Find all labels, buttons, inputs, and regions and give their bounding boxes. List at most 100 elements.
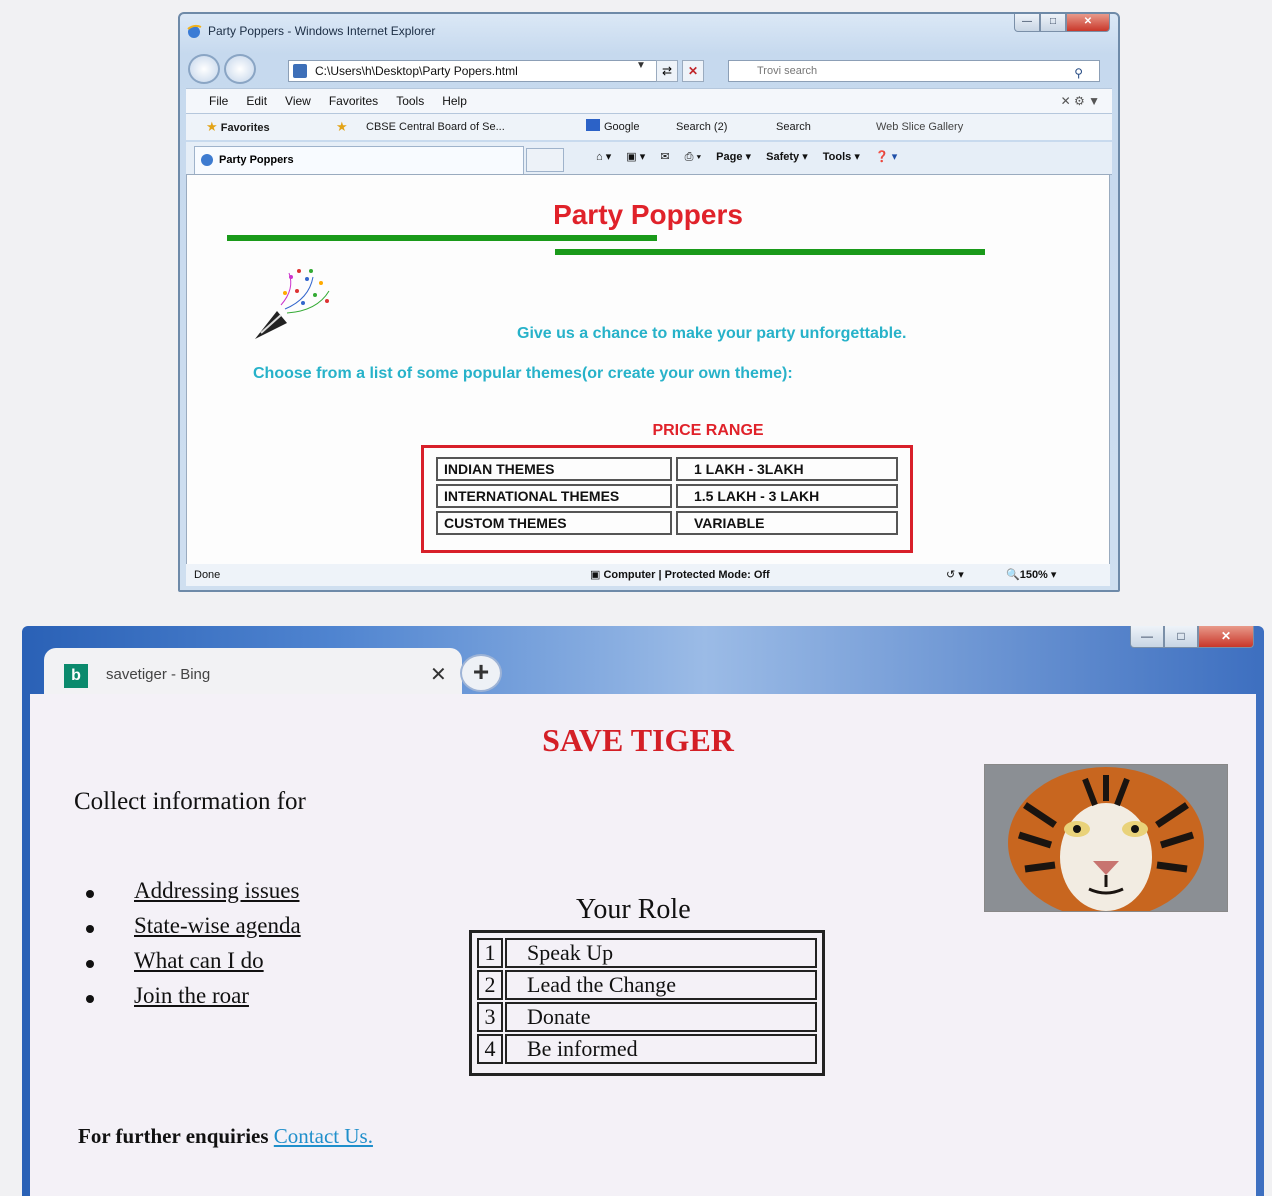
theme-cell: INTERNATIONAL THEMES [436,484,672,508]
command-bar: ⌂ ▾ ▣ ▾ ✉ ⎙ ▾ Page ▾ Safety ▾ Tools ▾ ❓ … [596,142,909,172]
menu-tools[interactable]: Tools [387,89,433,113]
address-text: C:\Users\h\Desktop\Party Popers.html [315,64,518,78]
address-bar[interactable]: C:\Users\h\Desktop\Party Popers.html [288,60,678,82]
google-icon [586,119,600,131]
link-join-the-roar[interactable]: Join the roar [134,983,249,1008]
green-rule-top [227,235,657,241]
safety-menu[interactable]: Safety ▾ [766,151,808,163]
table-row: 2 Lead the Change [477,970,817,1000]
price-range-heading: PRICE RANGE [652,422,764,439]
minimize-button[interactable]: — [1014,14,1040,32]
tab-row: Party Poppers ⌂ ▾ ▣ ▾ ✉ ⎙ ▾ Page ▾ Safet… [186,142,1112,175]
enquiries-line: For further enquiries Contact Us. [78,1124,373,1149]
stop-button[interactable]: ✕ [682,60,704,82]
status-bar: Done ▣ Computer | Protected Mode: Off ↺ … [186,564,1110,586]
maximize-button[interactable]: □ [1040,14,1066,32]
info-links: Addressing issues State-wise agenda What… [82,878,301,1018]
role-number: 3 [477,1002,503,1032]
fav-item-google[interactable]: Google [586,114,639,140]
chrome-page-content: SAVE TIGER Collect information for Addre… [30,694,1256,1196]
help-icon[interactable]: ❓ ▾ [875,151,897,163]
choose-text: Choose from a list of some popular theme… [253,365,793,382]
fav-item-webslice[interactable]: Web Slice Gallery [876,114,963,140]
price-cell: 1 LAKH - 3LAKH [676,457,898,481]
table-row: 1 Speak Up [477,938,817,968]
menu-file[interactable]: File [200,89,237,113]
menu-edit[interactable]: Edit [237,89,276,113]
favorites-button[interactable]: ★ Favorites [206,114,270,141]
menu-view[interactable]: View [276,89,320,113]
add-favorite-icon[interactable]: ★ [336,114,348,141]
table-row: CUSTOM THEMES VARIABLE [436,511,898,535]
party-popper-image [255,269,330,339]
theme-cell: CUSTOM THEMES [436,511,672,535]
role-heading: Your Role [576,894,691,925]
page-title: SAVE TIGER [542,722,734,758]
forward-button[interactable] [224,54,256,84]
ie-window: Party Poppers - Windows Internet Explore… [178,12,1120,592]
list-item: State-wise agenda [82,913,301,948]
maximize-button[interactable]: □ [1164,626,1198,648]
menu-favorites[interactable]: Favorites [320,89,387,113]
tiger-image [984,764,1228,912]
role-label: Donate [505,1002,817,1032]
close-button[interactable]: ✕ [1066,14,1110,32]
list-item: Join the roar [82,983,301,1018]
refresh-button[interactable]: ⇄ [656,60,678,82]
tagline: Give us a chance to make your party unfo… [517,325,907,342]
feeds-icon[interactable]: ▣ ▾ [626,151,645,163]
address-dropdown-icon[interactable]: ▼ [636,60,646,71]
fav-item-search[interactable]: Search [776,114,811,140]
computer-icon: ▣ [590,569,601,581]
print-icon[interactable]: ⎙ ▾ [685,151,701,163]
ie-logo-icon [187,24,202,38]
menu-help[interactable]: Help [433,89,476,113]
chrome-window: b savetiger - Bing ✕ + — □ ✕ SAVE TIGER … [22,626,1264,1196]
ie-tab-icon [201,154,213,166]
tab-party-poppers[interactable]: Party Poppers [194,146,524,174]
mail-icon[interactable]: ✉ [660,151,669,163]
close-button[interactable]: ✕ [1198,626,1254,648]
link-addressing-issues[interactable]: Addressing issues [134,878,299,903]
table-row: 4 Be informed [477,1034,817,1064]
favorites-bar: ★ Favorites ★ CBSE Central Board of Se..… [186,114,1112,140]
minimize-button[interactable]: — [1130,626,1164,648]
tab-title: savetiger - Bing [106,666,211,683]
status-text: Done [194,569,221,581]
table-row: INDIAN THEMES 1 LAKH - 3LAKH [436,457,898,481]
green-rule-bottom [555,249,985,255]
protected-mode-status: ▣ Computer | Protected Mode: Off [590,569,770,581]
home-icon[interactable]: ⌂ ▾ [596,151,611,163]
zoom-control[interactable]: 🔍150% ▾ [1006,564,1056,586]
page-menu[interactable]: Page ▾ [716,151,751,163]
contact-us-link[interactable]: Contact Us. [274,1124,373,1148]
enquiries-text: For further enquiries [78,1124,269,1148]
new-tab-button[interactable]: + [460,654,502,692]
back-button[interactable] [188,54,220,84]
page-icon [293,64,307,78]
bing-icon: b [64,664,88,688]
new-tab-button[interactable] [526,148,564,172]
collect-text: Collect information for [74,788,306,815]
fav-item-search2[interactable]: Search (2) [676,114,727,140]
window-title: Party Poppers - Windows Internet Explore… [208,24,436,38]
link-state-wise-agenda[interactable]: State-wise agenda [134,913,301,938]
role-table: 1 Speak Up 2 Lead the Change 3 Donate 4 Be i… [469,930,825,1076]
role-number: 4 [477,1034,503,1064]
link-what-can-i-do[interactable]: What can I do [134,948,264,973]
zone-icon[interactable]: ↺ ▾ [946,564,964,586]
table-row: INTERNATIONAL THEMES 1.5 LAKH - 3 LAKH [436,484,898,508]
table-row: 3 Donate [477,1002,817,1032]
menu-right-icons[interactable]: ✕ ⚙ ▼ [1061,89,1100,113]
tools-menu[interactable]: Tools ▾ [823,151,860,163]
role-number: 1 [477,938,503,968]
ie-navbar: C:\Users\h\Desktop\Party Popers.html ▼ ⇄… [180,52,1118,86]
search-icon[interactable]: ⚲ [1074,63,1083,83]
price-table: INDIAN THEMES 1 LAKH - 3LAKH INTERNATIONA… [421,445,913,553]
role-number: 2 [477,970,503,1000]
price-cell: VARIABLE [676,511,898,535]
fav-item-cbse[interactable]: CBSE Central Board of Se... [366,114,505,140]
close-tab-icon[interactable]: ✕ [430,662,447,687]
role-label: Be informed [505,1034,817,1064]
search-input[interactable]: Trovi search ⚲ [728,60,1100,82]
